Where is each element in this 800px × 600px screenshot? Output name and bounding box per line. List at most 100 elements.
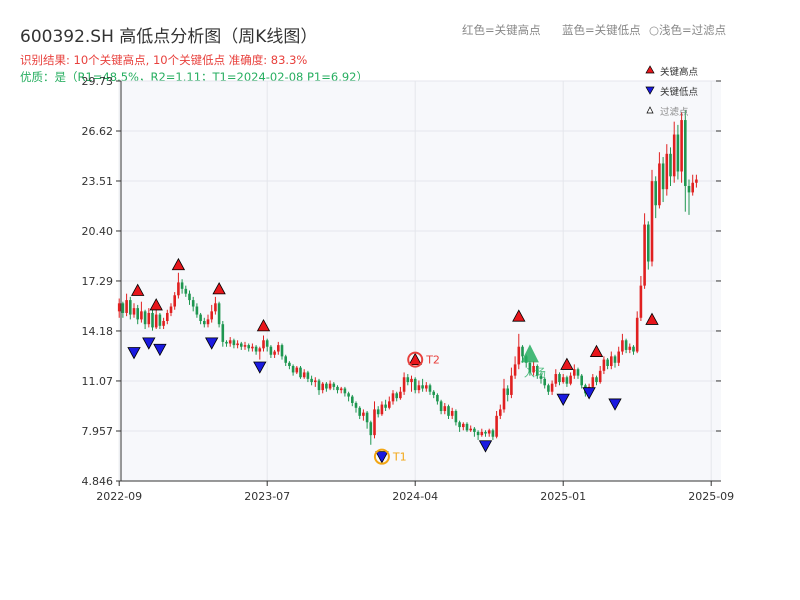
legend-high-icon (645, 65, 655, 74)
candle-body (569, 375, 572, 384)
candle-body (365, 412, 369, 423)
candle-body (351, 396, 354, 403)
x-tick-label: 2025-09 (688, 490, 734, 503)
candle-body (284, 356, 287, 363)
candle-body (188, 293, 191, 301)
t2-label: T2 (425, 354, 440, 367)
candle-body (173, 295, 176, 307)
candle-body (125, 300, 128, 313)
candle-body (221, 324, 225, 342)
candle-body (617, 351, 620, 363)
x-tick-label: 2023-07 (244, 490, 290, 503)
candle-body (332, 383, 336, 387)
candle-body (502, 388, 506, 410)
candle-body (669, 153, 672, 177)
candle-body (214, 303, 217, 312)
candle-body (628, 346, 632, 350)
candle-body (661, 163, 665, 190)
candle-body (328, 383, 332, 389)
candle-body (380, 404, 384, 415)
candle-body (247, 345, 250, 349)
candle-body (240, 343, 243, 347)
candle-body (691, 182, 694, 193)
candle-body (465, 423, 469, 431)
candle-body (203, 320, 206, 325)
candle-body (132, 308, 136, 315)
candle-body (121, 303, 125, 313)
candle-body (195, 306, 199, 315)
candle-body (695, 179, 698, 183)
candle-body (299, 367, 302, 378)
candle-body (310, 378, 313, 383)
candle-body (517, 346, 521, 365)
legend-low-label: 关键低点 (660, 86, 699, 98)
candle-body (291, 366, 295, 373)
candle-body (384, 404, 387, 408)
candle-body (362, 412, 365, 416)
candle-body (621, 340, 624, 352)
candle-body (432, 391, 435, 395)
candle-body (417, 385, 421, 391)
x-tick-label: 2025-01 (540, 490, 586, 503)
candle-body (484, 431, 487, 434)
candle-body (162, 320, 165, 326)
candle-body (410, 378, 413, 383)
candle-body (347, 393, 350, 397)
candle-body (425, 385, 428, 389)
candle-body (613, 356, 617, 363)
y-tick-label: 26.62 (82, 125, 114, 138)
y-tick-label: 23.51 (82, 175, 114, 188)
candle-body (232, 340, 236, 346)
candle-body (154, 314, 158, 328)
candle-body (654, 181, 657, 206)
candle-body (573, 369, 576, 376)
candle-body (306, 372, 310, 379)
candle-body (158, 314, 162, 326)
candle-body (391, 393, 395, 402)
candle-body (499, 409, 502, 416)
candle-body (376, 409, 380, 415)
candle-body (314, 380, 317, 383)
candle-body (598, 370, 602, 383)
candle-body (595, 377, 598, 383)
candle-body (280, 345, 284, 357)
candle-body (402, 377, 406, 392)
candle-body (166, 312, 169, 321)
candle-body (262, 340, 265, 349)
candle-body (413, 378, 417, 391)
candle-body (140, 311, 143, 320)
candle-body (676, 134, 680, 172)
candle-body (458, 422, 461, 428)
candle-body (576, 369, 580, 376)
candle-body (336, 386, 339, 391)
candle-body (469, 428, 472, 431)
candle-body (354, 402, 358, 408)
candle-body (462, 423, 465, 428)
candle-body (343, 388, 347, 394)
candle-body (480, 431, 484, 436)
candle-body (495, 415, 498, 437)
candle-body (635, 317, 639, 352)
candle-body (243, 345, 247, 347)
candle-body (624, 340, 628, 350)
candle-body (273, 351, 276, 355)
candle-body (406, 377, 410, 383)
candle-body (217, 303, 221, 325)
candle-body (543, 378, 546, 386)
candle-body (606, 359, 609, 367)
candle-body (550, 383, 554, 392)
candle-body (228, 340, 232, 344)
candle-body (225, 341, 228, 344)
candle-body (147, 312, 151, 325)
candle-body (399, 391, 402, 399)
candle-body (513, 364, 517, 376)
candle-body (450, 411, 454, 416)
legend-high-label: 关键高点 (660, 66, 699, 78)
candle-body (254, 346, 258, 352)
candle-body (436, 394, 439, 402)
candle-body (602, 359, 606, 371)
y-tick-label: 4.846 (82, 475, 114, 488)
candle-body (317, 380, 321, 391)
candle-body (210, 311, 213, 320)
candle-body (143, 311, 147, 325)
